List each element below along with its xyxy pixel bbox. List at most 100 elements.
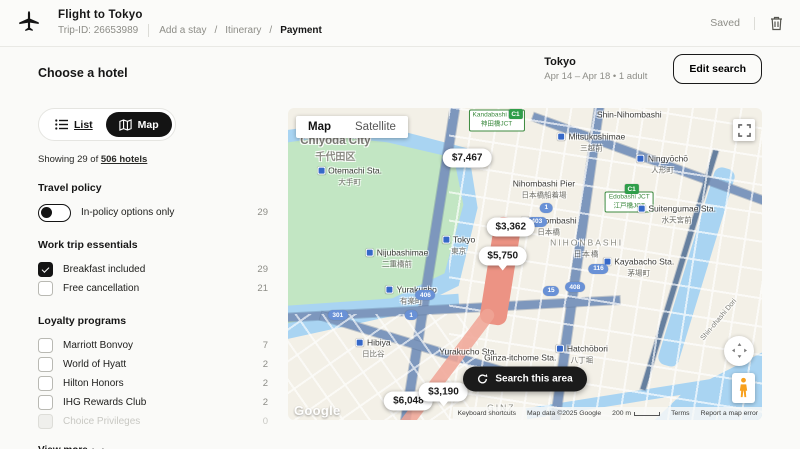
- hotel-price-marker[interactable]: $3,362: [486, 217, 535, 236]
- route-shield: 1: [405, 310, 418, 320]
- filter-section-title: Loyalty programs: [38, 315, 268, 327]
- checkbox[interactable]: [38, 338, 53, 353]
- map-label-text: Tokyo: [453, 235, 475, 245]
- metro-station-icon: [366, 248, 374, 256]
- route-shield: C1: [508, 109, 522, 119]
- fullscreen-button[interactable]: [733, 119, 755, 141]
- filter-label: Choice Privileges: [63, 416, 140, 427]
- list-icon: [55, 119, 68, 130]
- view-more-label: View more: [38, 445, 88, 449]
- map-label: Nihombashi Pier日本橋船着場: [513, 178, 575, 201]
- map-label-text: Otemachi Sta.: [328, 166, 382, 176]
- map-label-text: Shin-Nihombashi: [597, 110, 662, 120]
- satellite-tab[interactable]: Satellite: [343, 116, 408, 138]
- map-label: Hibiya日比谷: [356, 337, 391, 360]
- checkbox[interactable]: [38, 262, 53, 277]
- keyboard-shortcuts-link[interactable]: Keyboard shortcuts: [457, 410, 516, 417]
- filter-row[interactable]: Breakfast included29: [38, 260, 268, 279]
- hotel-price-marker[interactable]: $3,190: [419, 382, 468, 401]
- metro-station-icon: [317, 167, 325, 175]
- filter-label: Breakfast included: [63, 264, 145, 275]
- map-label: Ningyōchō人形町: [637, 153, 688, 176]
- filter-label: World of Hyatt: [63, 359, 126, 370]
- map-label-subtext: 東京: [442, 246, 475, 257]
- chevron-down-icon: [92, 443, 103, 449]
- checkbox[interactable]: [38, 281, 53, 296]
- terms-link[interactable]: Terms: [671, 410, 690, 417]
- breadcrumb-payment[interactable]: Payment: [280, 25, 322, 36]
- pegman-icon: [738, 377, 749, 399]
- route-shield: C1: [624, 184, 638, 194]
- plane-logo-icon[interactable]: [16, 10, 42, 36]
- breadcrumb-separator: /: [269, 25, 272, 36]
- checkbox[interactable]: [38, 376, 53, 391]
- map-tab[interactable]: Map: [296, 116, 343, 138]
- map-label: Mitsukoshimae三越前: [558, 131, 626, 154]
- filter-row[interactable]: In-policy options only29: [38, 203, 268, 222]
- map-label-text: Hatchōbori: [567, 344, 608, 354]
- map-label-subtext: 八丁堀: [556, 355, 608, 366]
- filter-count: 29: [257, 207, 268, 218]
- checkbox[interactable]: [38, 357, 53, 372]
- list-view-button[interactable]: List: [42, 112, 106, 137]
- search-summary: Tokyo Apr 14 – Apr 18 • 1 adult: [544, 55, 647, 84]
- edit-search-button[interactable]: Edit search: [673, 54, 762, 84]
- map-view-button[interactable]: Map: [106, 112, 172, 137]
- all-hotels-link[interactable]: 506 hotels: [101, 154, 147, 165]
- topbar: Flight to Tokyo Trip-ID: 26653989 Add a …: [0, 0, 800, 47]
- map-label: Tokyo東京: [442, 234, 475, 257]
- map-scale-bar: [634, 412, 660, 416]
- filter-row[interactable]: Hilton Honors 2: [38, 374, 268, 393]
- breadcrumb-add-a-stay[interactable]: Add a stay: [159, 25, 206, 36]
- metro-station-icon: [637, 155, 645, 163]
- map-label: Chiyoda City千代田区: [300, 135, 370, 163]
- map-label: Ginza-itchome Sta.: [484, 352, 556, 363]
- filter-label: IHG Rewards Club: [63, 397, 146, 408]
- checkbox[interactable]: [38, 395, 53, 410]
- report-map-error-link[interactable]: Report a map error: [701, 410, 758, 417]
- filter-row[interactable]: Choice Privileges0: [38, 412, 268, 431]
- metro-station-icon: [558, 133, 566, 141]
- policy-toggle[interactable]: [38, 204, 71, 222]
- filter-row[interactable]: IHG Rewards Club2: [38, 393, 268, 412]
- breadcrumb-itinerary[interactable]: Itinerary: [225, 25, 261, 36]
- metro-station-icon: [356, 339, 364, 347]
- filter-label: Hilton Honors: [63, 378, 124, 389]
- filter-row[interactable]: Marriott Bonvoy7: [38, 336, 268, 355]
- view-more-link[interactable]: View more: [38, 445, 268, 449]
- map-data-attribution: Map data ©2025 Google: [527, 410, 601, 417]
- map-label-subtext: 日本橋船着場: [513, 189, 575, 200]
- pegman-control[interactable]: [732, 373, 755, 403]
- results-count-text: Showing 29 of: [38, 154, 101, 165]
- map-label-text: NIHONBASHI: [550, 238, 623, 248]
- map-label-subtext: 二重橋前: [366, 258, 429, 269]
- trip-info: Flight to Tokyo Trip-ID: 26653989 Add a …: [58, 9, 322, 37]
- map-label-text: Mitsukoshimae: [569, 132, 626, 142]
- list-view-label: List: [74, 119, 93, 131]
- route-shield: 116: [589, 264, 609, 274]
- hotel-price-marker[interactable]: $5,750: [478, 247, 527, 266]
- route-shield: 1: [540, 203, 553, 213]
- pan-control-button[interactable]: [724, 336, 754, 366]
- map-canvas[interactable]: Chiyoda City千代田区Otemachi Sta.大手町Kandabas…: [288, 108, 762, 420]
- map-label: Suitengumae Sta.水天宮前: [637, 203, 716, 226]
- filter-section: Loyalty programsMarriott Bonvoy7World of…: [38, 315, 268, 431]
- filter-row[interactable]: World of Hyatt2: [38, 355, 268, 374]
- map-label-text: Ningyōchō: [648, 154, 688, 164]
- checkbox[interactable]: [38, 414, 53, 429]
- trip-id: Trip-ID: 26653989: [58, 25, 138, 36]
- map-label: Nijubashimae二重橋前: [366, 246, 429, 269]
- map-label-text: Hibiya: [367, 338, 391, 348]
- breadcrumb-separator: /: [215, 25, 218, 36]
- search-this-area-button[interactable]: Search this area: [463, 367, 586, 392]
- filter-count: 2: [263, 378, 268, 389]
- route-shield: 408: [565, 282, 585, 292]
- app-window: Flight to Tokyo Trip-ID: 26653989 Add a …: [0, 0, 800, 449]
- route-shield: 406: [416, 290, 436, 300]
- filter-row[interactable]: Free cancellation21: [38, 279, 268, 298]
- page-title: Choose a hotel: [38, 66, 128, 80]
- filter-section: Work trip essentialsBreakfast included29…: [38, 239, 268, 298]
- hotel-price-marker[interactable]: $7,467: [443, 148, 492, 167]
- trash-icon[interactable]: [769, 15, 784, 31]
- metro-station-icon: [556, 345, 564, 353]
